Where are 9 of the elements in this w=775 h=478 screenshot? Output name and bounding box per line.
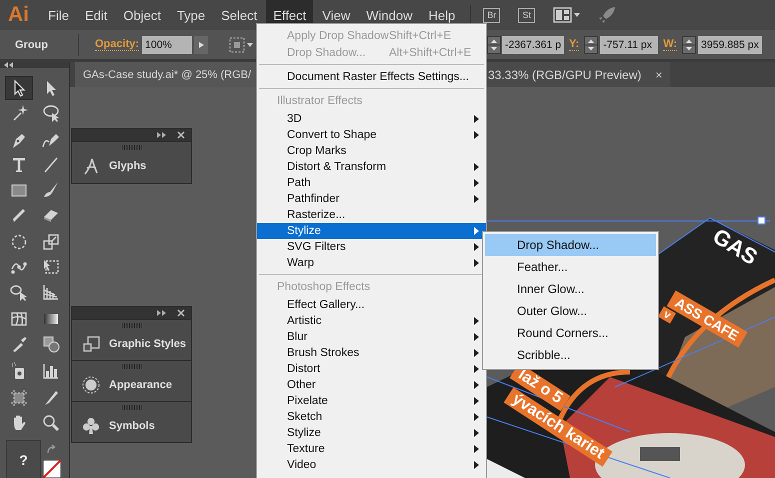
width-label: W:	[663, 38, 678, 51]
y-label: Y:	[569, 38, 580, 51]
app-logo: Ai	[8, 3, 29, 27]
menu-section-header: Photoshop Effects	[276, 280, 372, 295]
shortcut-label: Alt+Shift+Ctrl+E	[389, 46, 472, 58]
menu-section-header: Illustrator Effects	[276, 94, 364, 109]
shortcut-label: Shift+Ctrl+E	[389, 30, 452, 42]
selection-type-label: Group	[15, 38, 48, 50]
artwork-text: GAS	[708, 223, 762, 271]
